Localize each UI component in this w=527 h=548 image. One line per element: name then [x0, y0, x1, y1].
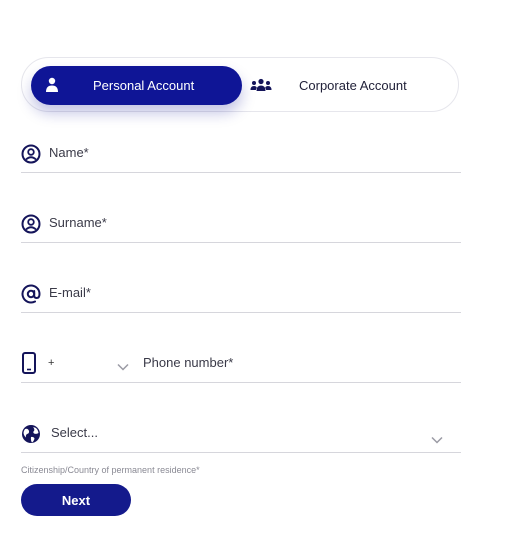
country-select[interactable]: Select...: [21, 413, 461, 453]
tab-corporate-account[interactable]: Corporate Account: [247, 66, 452, 105]
tab-corporate-label: Corporate Account: [299, 78, 407, 93]
name-field[interactable]: Name*: [21, 133, 461, 173]
phone-number-input[interactable]: Phone number*: [143, 355, 233, 370]
phone-icon: [22, 352, 36, 379]
tab-personal-account[interactable]: Personal Account: [31, 66, 242, 105]
phone-field: + Phone number*: [21, 343, 461, 383]
account-type-toggle: Personal Account Corporate Account: [21, 57, 459, 112]
user-circle-icon: [21, 144, 41, 169]
email-field[interactable]: E-mail*: [21, 273, 461, 313]
name-placeholder: Name*: [49, 145, 89, 160]
country-hint: Citizenship/Country of permanent residen…: [21, 465, 200, 475]
user-circle-icon: [21, 214, 41, 239]
at-icon: [21, 284, 41, 309]
globe-icon: [21, 424, 41, 449]
chevron-down-icon[interactable]: [117, 358, 129, 376]
user-icon: [45, 77, 59, 98]
group-icon: [250, 78, 272, 97]
chevron-down-icon: [431, 431, 443, 449]
surname-placeholder: Surname*: [49, 215, 107, 230]
tab-personal-label: Personal Account: [93, 78, 195, 93]
email-placeholder: E-mail*: [49, 285, 91, 300]
next-button[interactable]: Next: [21, 484, 131, 516]
country-placeholder: Select...: [51, 425, 98, 440]
country-code-select[interactable]: +: [48, 357, 54, 369]
surname-field[interactable]: Surname*: [21, 203, 461, 243]
